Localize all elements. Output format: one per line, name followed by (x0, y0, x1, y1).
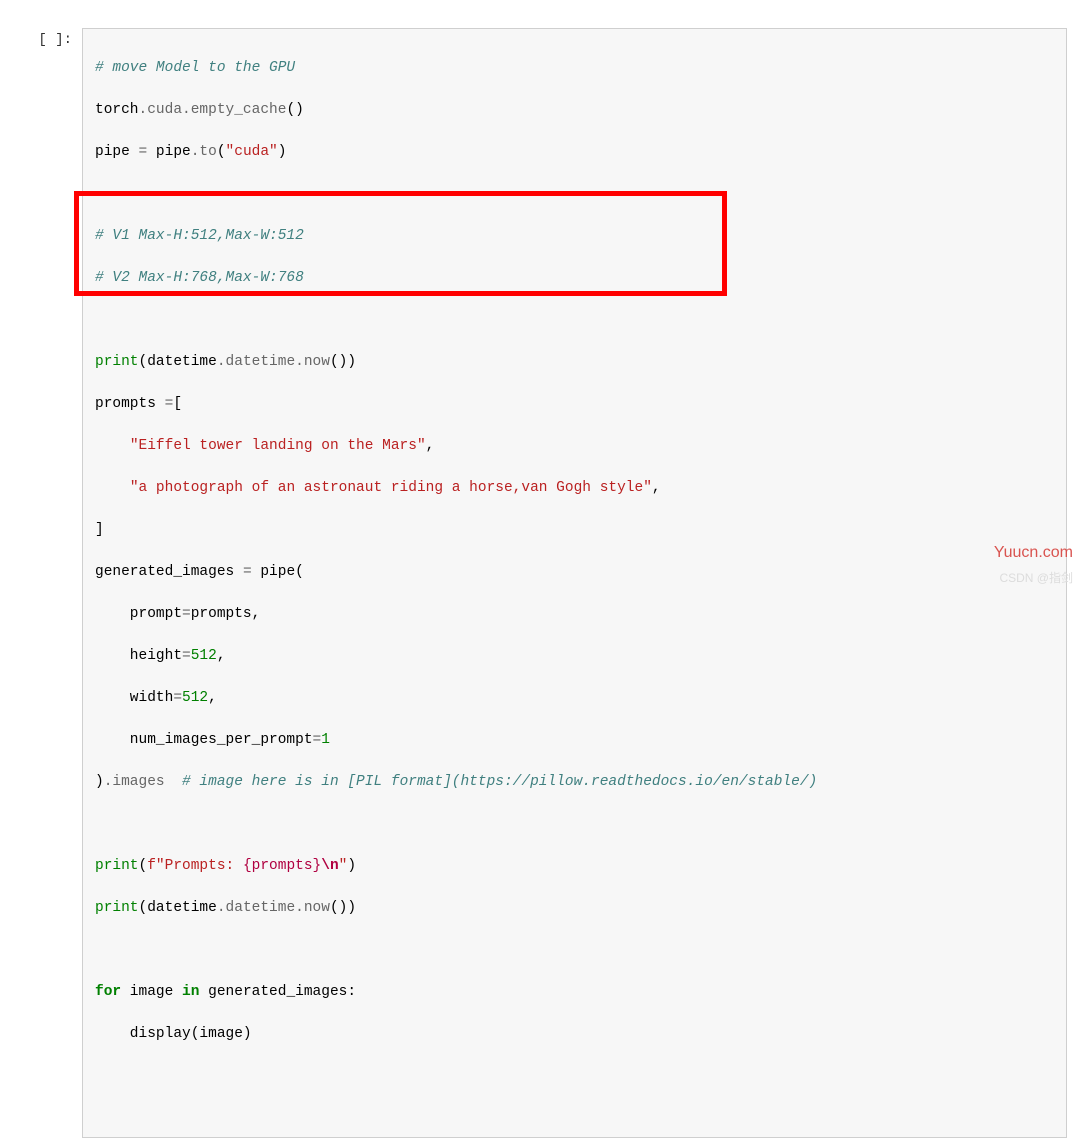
code-token: = (173, 690, 182, 706)
code-token: image (121, 984, 182, 1000)
keyword: for (95, 984, 121, 1000)
string-literal: "cuda" (226, 144, 278, 160)
code-token: ( (217, 144, 226, 160)
cell-prompt: [ ]: (0, 28, 82, 48)
code-token: .to (191, 144, 217, 160)
code-token: ( (139, 858, 148, 874)
code-token: , (208, 690, 217, 706)
code-token: ()) (330, 900, 356, 916)
code-token: ()) (330, 354, 356, 370)
code-token: (datetime (139, 354, 217, 370)
builtin: print (95, 900, 139, 916)
code-token: = (182, 606, 191, 622)
number-literal: 1 (321, 732, 330, 748)
number-literal: 512 (191, 648, 217, 664)
code-token: ) (95, 774, 104, 790)
fstring: " (339, 858, 348, 874)
comment: # move Model to the GPU (95, 60, 295, 76)
comment: # V1 Max-H:512,Max-W:512 (95, 228, 304, 244)
code-token: ) (278, 144, 287, 160)
watermark-yuucn: Yuucn.com (994, 544, 1073, 562)
code-token: , (652, 480, 661, 496)
string-literal: "a photograph of an astronaut riding a h… (130, 480, 652, 496)
code-token (95, 438, 130, 454)
code-token: , (426, 438, 435, 454)
code-token: pipe( (252, 564, 304, 580)
code-token: pipe (147, 144, 191, 160)
code-token: = (243, 564, 252, 580)
code-token: .cuda.empty_cache (139, 102, 287, 118)
code-token: pipe (95, 144, 139, 160)
code-token: generated_images (95, 564, 243, 580)
code-token: .images (104, 774, 165, 790)
builtin: print (95, 354, 139, 370)
code-token: = (182, 648, 191, 664)
comment: # V2 Max-H:768,Max-W:768 (95, 270, 304, 286)
number-literal: 512 (182, 690, 208, 706)
notebook-cell: [ ]: # move Model to the GPU torch.cuda.… (0, 0, 1087, 1138)
code-token: num_images_per_prompt (95, 732, 313, 748)
code-token: , (217, 648, 226, 664)
string-literal: "Eiffel tower landing on the Mars" (130, 438, 426, 454)
code-token: generated_images: (199, 984, 356, 1000)
fstring-expr: {prompts} (243, 858, 321, 874)
code-token: prompts (95, 396, 165, 412)
code-token: () (286, 102, 303, 118)
comment: # image here is in [PIL format](https://… (182, 774, 817, 790)
code-token: prompt (95, 606, 182, 622)
code-token: .datetime.now (217, 900, 330, 916)
code-token: .datetime.now (217, 354, 330, 370)
code-token: [ (173, 396, 182, 412)
code-token (165, 774, 182, 790)
code-token: display(image) (95, 1026, 252, 1042)
code-token: = (313, 732, 322, 748)
code-token: prompts, (191, 606, 261, 622)
code-token (95, 480, 130, 496)
code-token: height (95, 648, 182, 664)
code-editor[interactable]: # move Model to the GPU torch.cuda.empty… (82, 28, 1067, 1138)
keyword: in (182, 984, 199, 1000)
code-token: width (95, 690, 173, 706)
code-token: ] (95, 522, 104, 538)
escape-seq: \n (321, 858, 338, 874)
code-token: = (139, 144, 148, 160)
code-token: (datetime (139, 900, 217, 916)
code-token: ) (347, 858, 356, 874)
code-token: torch (95, 102, 139, 118)
fstring: f"Prompts: (147, 858, 243, 874)
builtin: print (95, 858, 139, 874)
watermark-csdn: CSDN @指剑 (999, 569, 1073, 586)
